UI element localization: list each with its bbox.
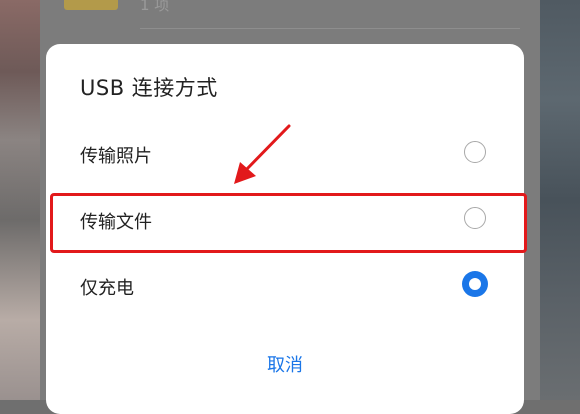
annotation-arrow-icon	[234, 124, 291, 184]
